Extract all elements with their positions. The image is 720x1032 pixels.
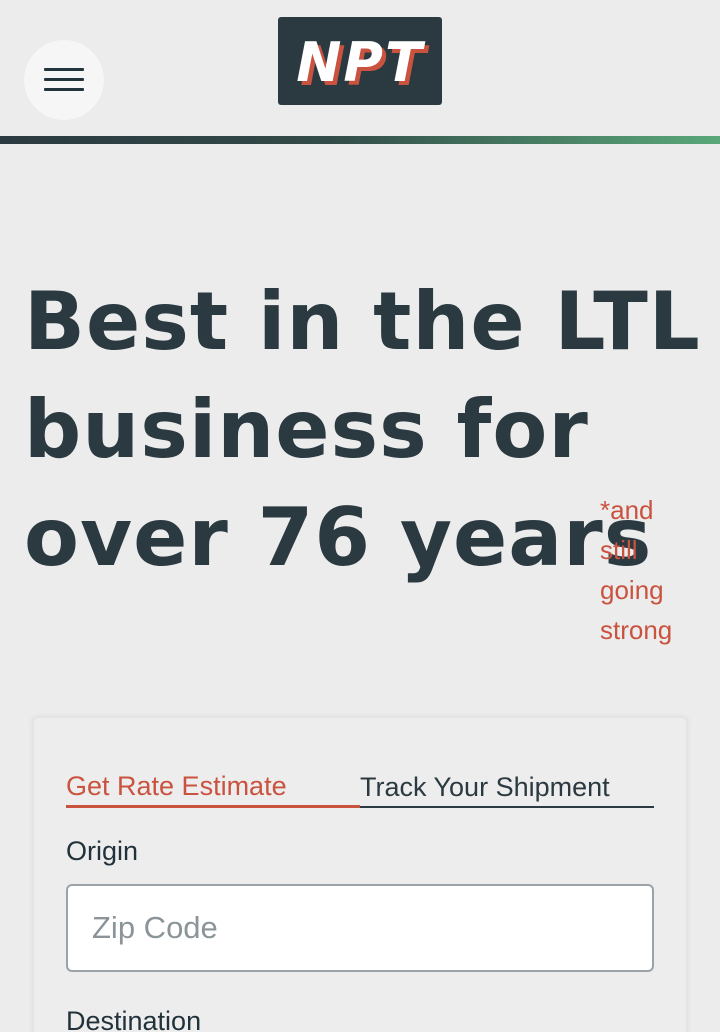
- hero-title-line: Best in the LTL: [24, 275, 701, 368]
- hamburger-menu-icon: [44, 68, 84, 92]
- npt-logo[interactable]: NPT NPT: [278, 17, 442, 105]
- hero-title-line: over 76 years: [24, 491, 653, 584]
- logo-wordmark: NPT NPT: [296, 31, 428, 96]
- tagline-line: going: [600, 575, 664, 605]
- site-header: NPT NPT: [0, 0, 720, 144]
- svg-text:NPT: NPT: [296, 31, 426, 94]
- tagline-line: still: [600, 535, 638, 565]
- tagline-line: *and: [600, 495, 654, 525]
- shipping-form-card: Get Rate Estimate Track Your Shipment Or…: [32, 716, 688, 1032]
- hero-tagline: *and still going strong: [600, 490, 710, 650]
- origin-zip-input[interactable]: [66, 884, 654, 972]
- form-tabs: Get Rate Estimate Track Your Shipment: [66, 762, 654, 808]
- hero-title-line: business for: [24, 383, 589, 476]
- tab-get-rate-estimate[interactable]: Get Rate Estimate: [66, 762, 360, 808]
- menu-button[interactable]: [24, 40, 104, 120]
- page: NPT NPT Best in the LTL business for ove…: [0, 0, 720, 1032]
- header-divider: [0, 136, 720, 144]
- hero-title: Best in the LTL business for over 76 yea…: [24, 268, 701, 592]
- tab-track-your-shipment[interactable]: Track Your Shipment: [360, 762, 654, 808]
- origin-label: Origin: [66, 836, 139, 866]
- destination-label: Destination: [66, 1006, 202, 1032]
- tagline-line: strong: [600, 615, 673, 645]
